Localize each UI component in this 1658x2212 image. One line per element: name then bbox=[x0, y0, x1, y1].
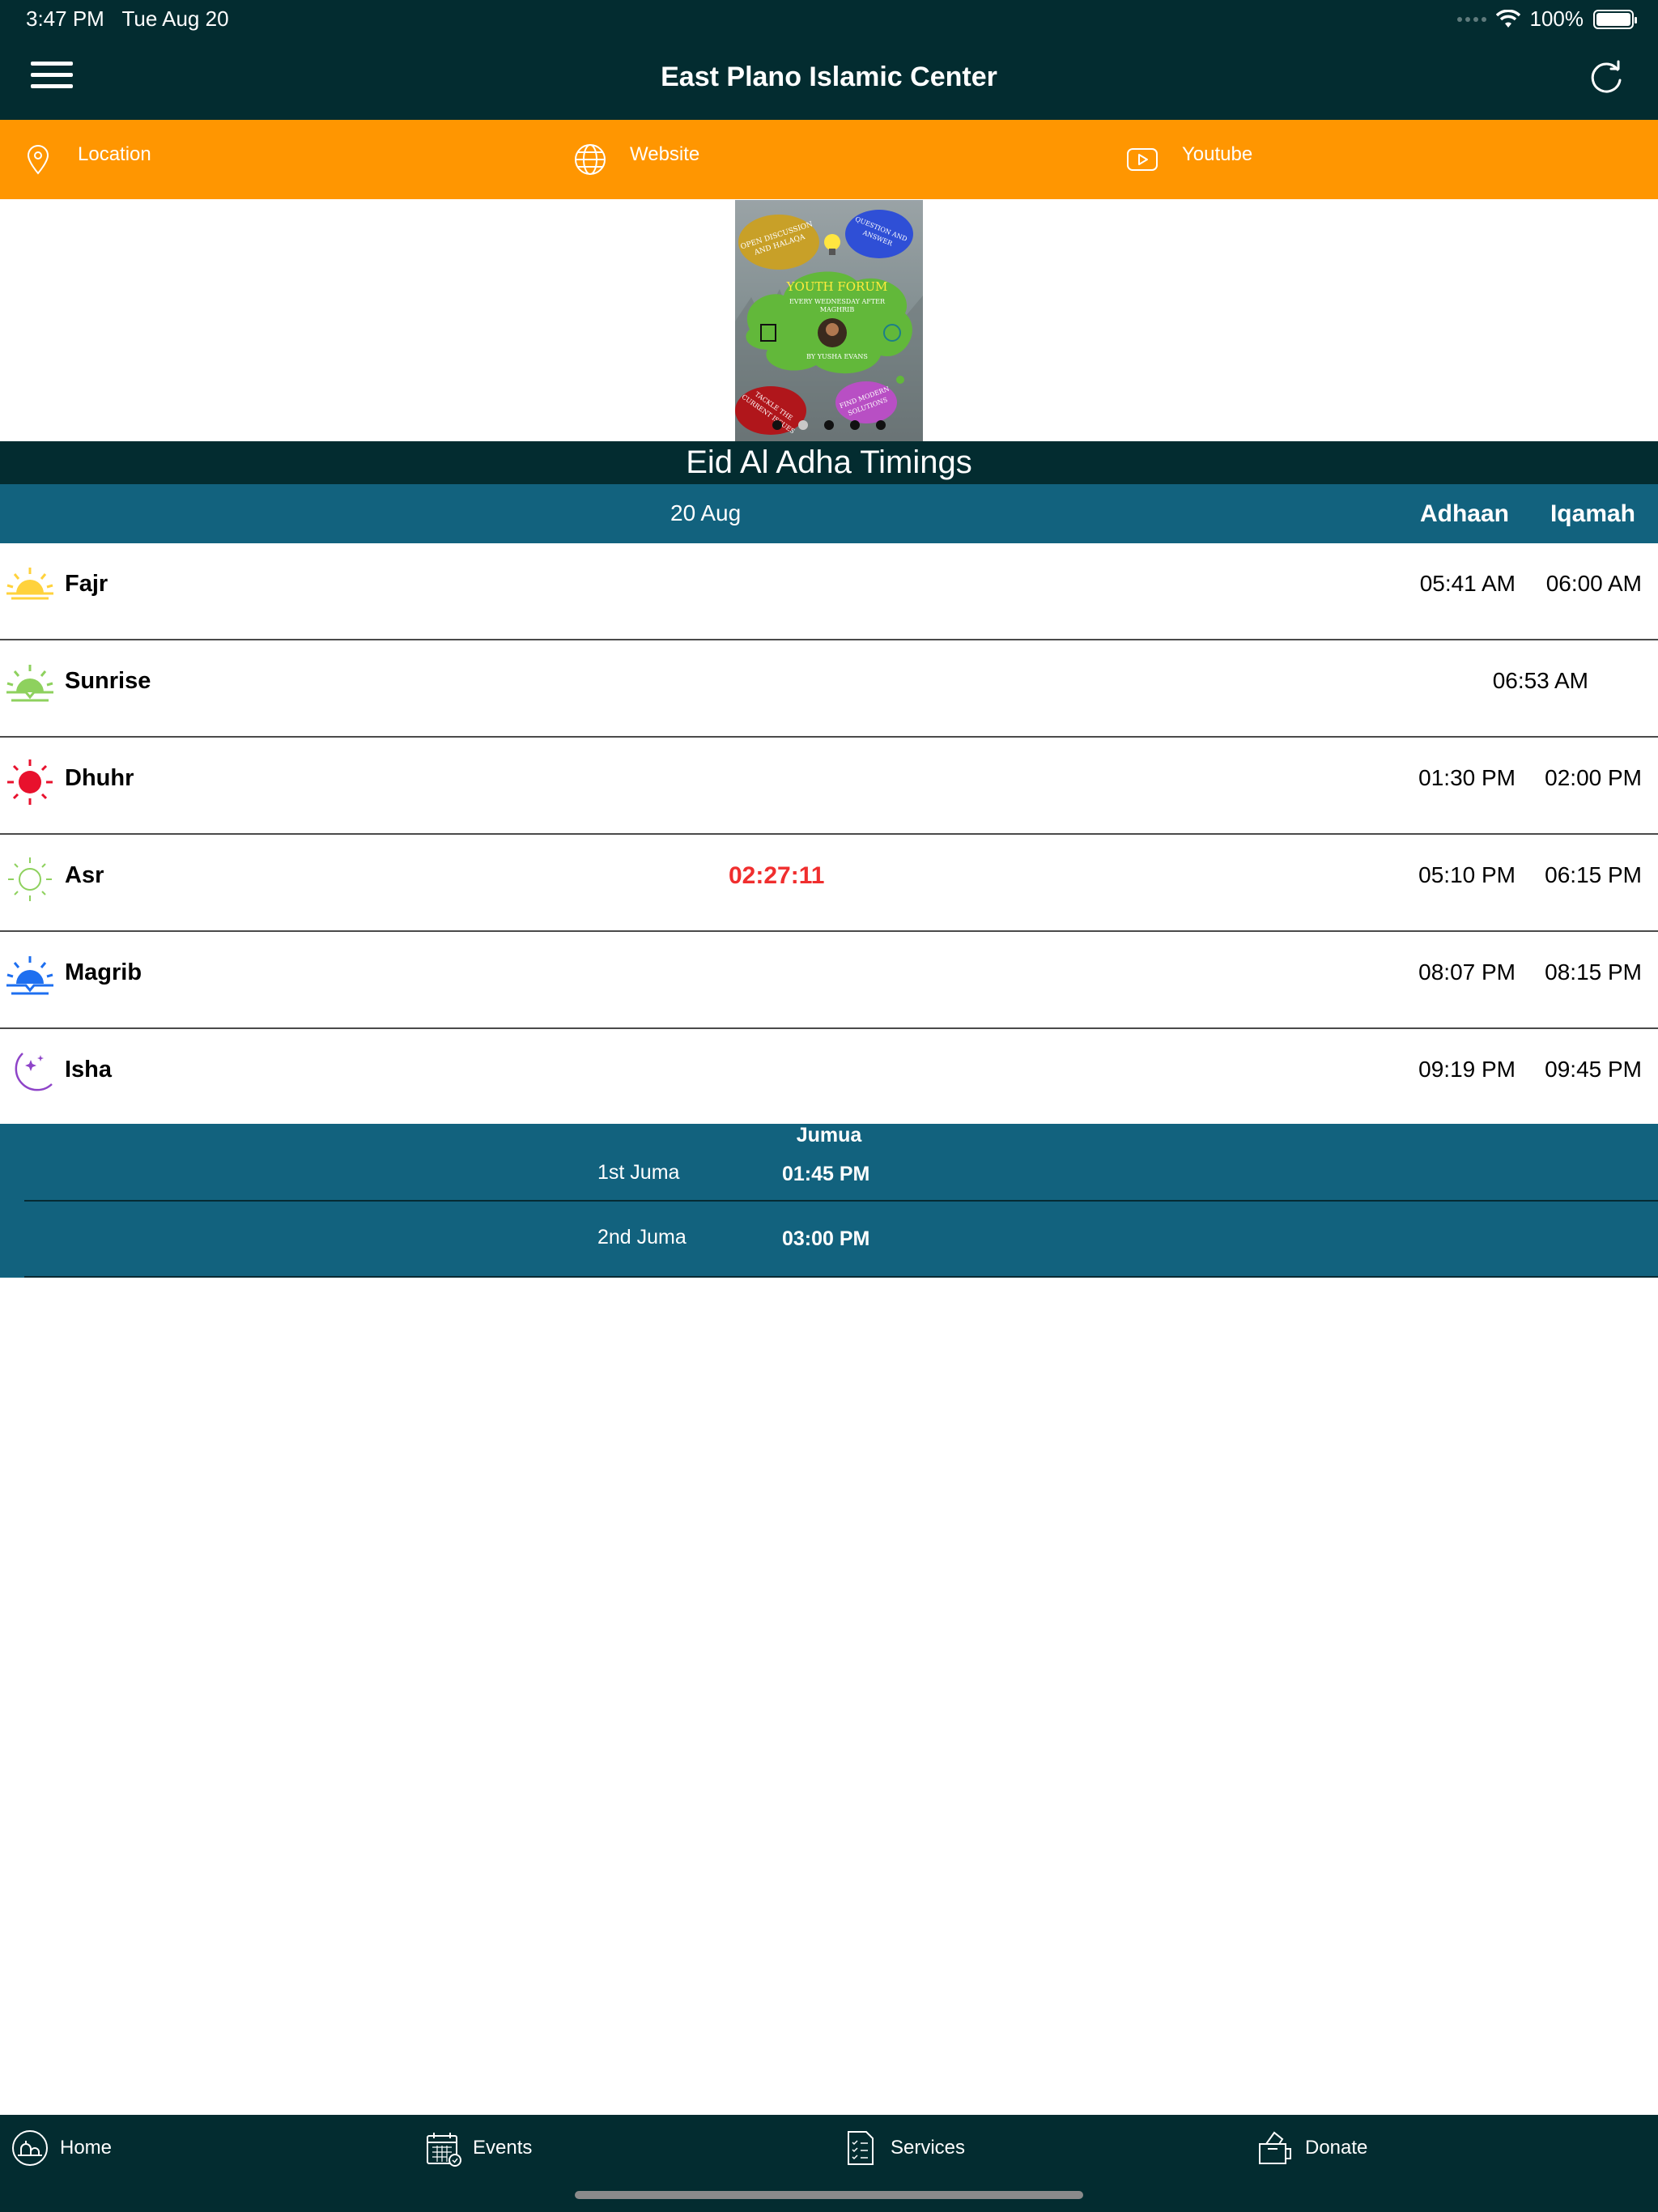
adhaan-time: 08:07 PM bbox=[1418, 959, 1516, 985]
prayer-times-list: Fajr 05:41 AM 06:00 AM Sunrise 06:53 AM bbox=[0, 543, 1658, 1126]
jumua-time: 01:45 PM bbox=[782, 1163, 870, 1185]
sunrise-yellow-icon bbox=[6, 568, 53, 600]
svg-text:MAGHRIB: MAGHRIB bbox=[820, 306, 855, 313]
youtube-link-label: Youtube bbox=[1182, 143, 1253, 165]
battery-icon bbox=[1593, 9, 1637, 29]
jumua-label: 2nd Juma bbox=[597, 1226, 687, 1249]
prayer-row-magrib: Magrib 08:07 PM 08:15 PM bbox=[0, 932, 1658, 1029]
top-bar: 3:47 PM Tue Aug 20 100% East Plano Islam… bbox=[0, 0, 1658, 120]
status-bar-right: 100% bbox=[1456, 6, 1637, 32]
status-date: Tue Aug 20 bbox=[121, 6, 229, 31]
mosque-home-icon bbox=[12, 2130, 48, 2166]
carousel-page-indicator[interactable] bbox=[735, 420, 923, 430]
tab-donate[interactable]: Donate bbox=[1256, 2129, 1367, 2167]
website-link-label: Website bbox=[630, 143, 700, 165]
carousel-dot[interactable] bbox=[876, 420, 886, 430]
carousel-dot[interactable] bbox=[850, 420, 860, 430]
adhaan-time: 01:30 PM bbox=[1418, 765, 1516, 790]
prayer-row-sunrise: Sunrise 06:53 AM bbox=[0, 640, 1658, 738]
tab-services[interactable]: Services bbox=[842, 2129, 965, 2167]
checklist-icon bbox=[848, 2131, 874, 2165]
timings-date: 20 Aug bbox=[670, 500, 742, 525]
iqamah-time: 02:00 PM bbox=[1545, 765, 1642, 790]
youth-forum-poster: OPEN DISCUSSION AND HALAQA QUESTION AND … bbox=[735, 210, 923, 441]
iqamah-column-header: Iqamah bbox=[1550, 500, 1635, 527]
tab-home[interactable]: Home bbox=[11, 2129, 112, 2167]
prayer-name: Magrib bbox=[65, 959, 142, 985]
battery-percent: 100% bbox=[1529, 6, 1584, 31]
cellular-signal-icon bbox=[1456, 16, 1486, 22]
status-bar-time: 3:47 PM Tue Aug 20 bbox=[26, 6, 229, 32]
jumua-section: Jumua 1st Juma 01:45 PM 2nd Juma 03:00 P… bbox=[0, 1124, 1658, 1278]
adhaan-time: 09:19 PM bbox=[1418, 1057, 1516, 1082]
prayer-name: Fajr bbox=[65, 571, 108, 597]
adhaan-column-header: Adhaan bbox=[1419, 500, 1509, 527]
prayer-name: Sunrise bbox=[65, 668, 151, 694]
iqamah-time: 08:15 PM bbox=[1545, 959, 1642, 985]
svg-text:EVERY WEDNESDAY AFTER: EVERY WEDNESDAY AFTER bbox=[789, 298, 886, 305]
tab-home-label: Home bbox=[60, 2137, 113, 2159]
prayer-row-dhuhr: Dhuhr 01:30 PM 02:00 PM bbox=[0, 738, 1658, 835]
adhaan-time: 05:41 AM bbox=[1419, 571, 1516, 596]
sunrise-green-icon bbox=[6, 665, 53, 702]
event-banner-carousel[interactable]: OPEN DISCUSSION AND HALAQA QUESTION AND … bbox=[735, 200, 923, 441]
adhaan-time: 05:10 PM bbox=[1418, 862, 1516, 887]
prayer-name: Dhuhr bbox=[65, 765, 134, 791]
location-link[interactable]: Location bbox=[0, 120, 552, 199]
moon-purple-icon bbox=[15, 1053, 53, 1091]
tab-events[interactable]: Events bbox=[424, 2129, 532, 2167]
status-time: 3:47 PM bbox=[26, 6, 104, 31]
svg-text:BY YUSHA EVANS: BY YUSHA EVANS bbox=[806, 353, 868, 360]
sunrise-time: 06:53 AM bbox=[1492, 668, 1588, 693]
globe-icon bbox=[575, 144, 606, 175]
iqamah-time: 06:15 PM bbox=[1545, 862, 1642, 887]
prayer-row-asr: Asr 02:27:11 05:10 PM 06:15 PM bbox=[0, 835, 1658, 932]
event-title: Eid Al Adha Timings bbox=[0, 441, 1658, 484]
page-title: East Plano Islamic Center bbox=[661, 62, 997, 92]
website-link[interactable]: Website bbox=[552, 120, 1104, 199]
donation-box-icon bbox=[1259, 2131, 1291, 2164]
sun-red-icon bbox=[7, 759, 53, 805]
wifi-icon bbox=[1495, 9, 1520, 28]
jumua-label: 1st Juma bbox=[597, 1161, 680, 1184]
sun-outline-icon bbox=[8, 857, 52, 901]
jumua-row-2: 2nd Juma 03:00 PM bbox=[0, 1202, 1658, 1278]
refresh-icon[interactable] bbox=[1587, 58, 1626, 97]
location-link-label: Location bbox=[78, 143, 151, 165]
next-prayer-countdown: 02:27:11 bbox=[729, 862, 825, 889]
tab-services-label: Services bbox=[891, 2137, 966, 2159]
timings-header: 20 Aug Adhaan Iqamah bbox=[0, 484, 1658, 543]
carousel-dot-active[interactable] bbox=[798, 420, 808, 430]
jumua-time: 03:00 PM bbox=[782, 1227, 870, 1250]
youtube-play-icon bbox=[1127, 148, 1158, 171]
iqamah-time: 06:00 AM bbox=[1545, 571, 1642, 596]
prayer-name: Isha bbox=[65, 1057, 113, 1083]
location-pin-icon bbox=[27, 145, 49, 175]
prayer-row-fajr: Fajr 05:41 AM 06:00 AM bbox=[0, 543, 1658, 640]
prayer-row-isha: Isha 09:19 PM 09:45 PM bbox=[0, 1029, 1658, 1126]
carousel-dot[interactable] bbox=[772, 420, 782, 430]
home-indicator[interactable] bbox=[575, 2191, 1083, 2199]
svg-text:YOUTH FORUM: YOUTH FORUM bbox=[786, 279, 888, 294]
jumua-divider bbox=[24, 1276, 1658, 1278]
tab-events-label: Events bbox=[473, 2137, 533, 2159]
quick-links-bar: Location Website Youtube bbox=[0, 120, 1658, 199]
carousel-dot[interactable] bbox=[824, 420, 834, 430]
tab-donate-label: Donate bbox=[1305, 2137, 1368, 2159]
jumua-row-1: 1st Juma 01:45 PM bbox=[0, 1124, 1658, 1200]
calendar-icon bbox=[427, 2133, 461, 2167]
iqamah-time: 09:45 PM bbox=[1545, 1057, 1642, 1082]
prayer-name: Asr bbox=[65, 862, 104, 888]
youtube-link[interactable]: Youtube bbox=[1104, 120, 1656, 199]
sunset-blue-icon bbox=[6, 956, 53, 995]
